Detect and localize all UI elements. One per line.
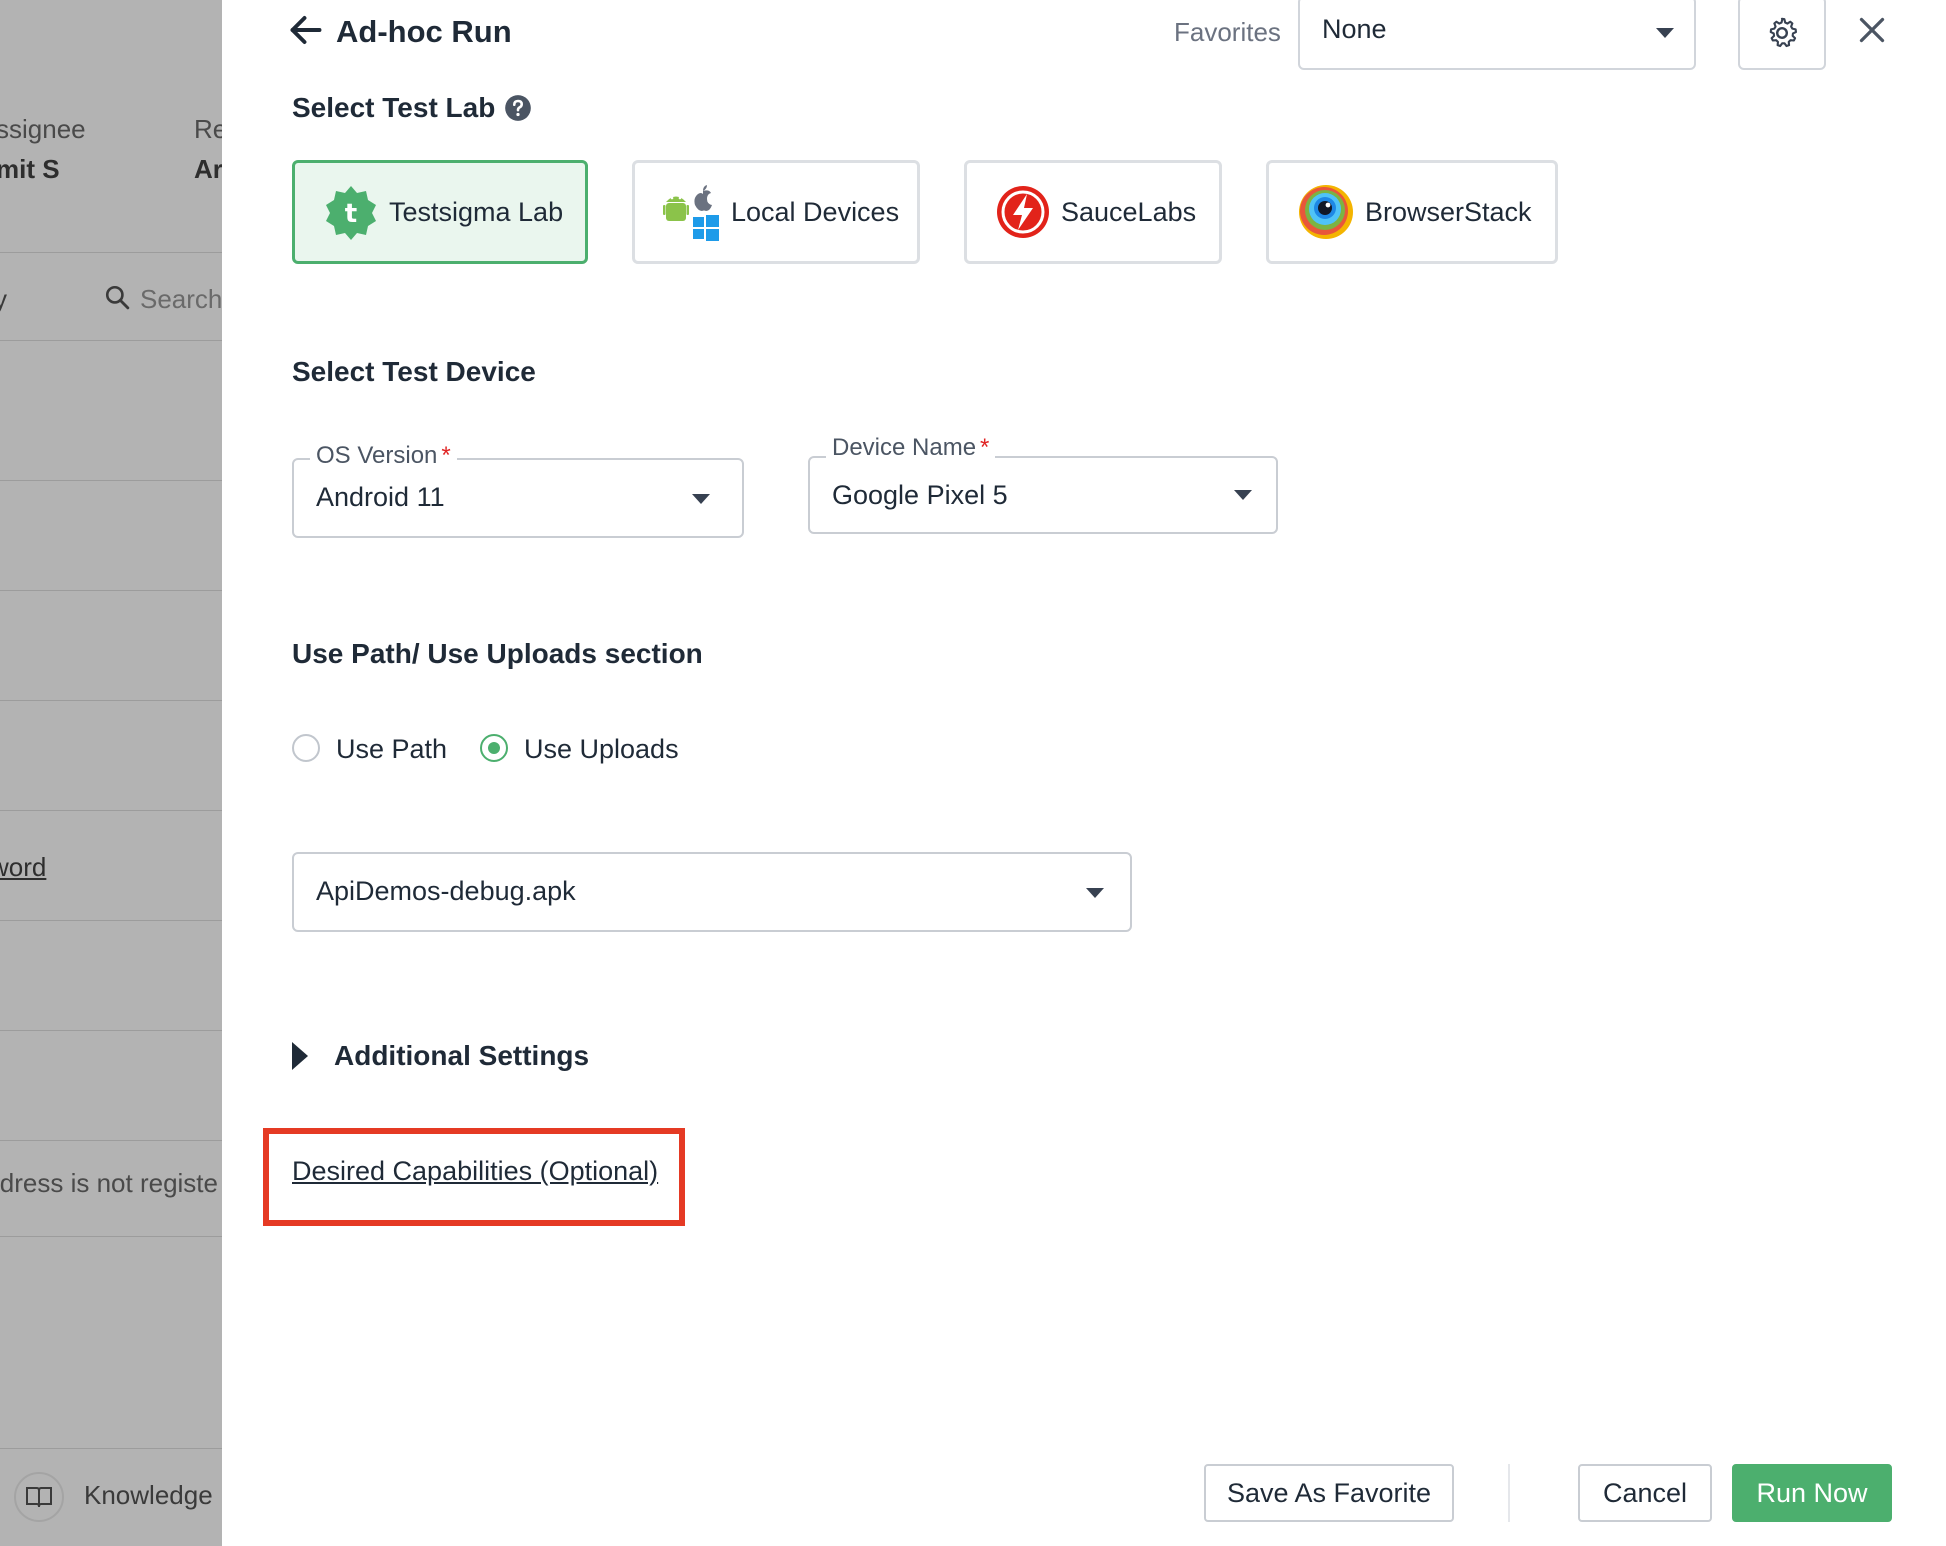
os-version-select[interactable]: OS Version * Android 11: [292, 442, 744, 538]
adhoc-run-drawer: Ad-hoc Run Favorites None Select Test La…: [222, 0, 1946, 1546]
lab-card-label: Testsigma Lab: [389, 196, 564, 227]
background-page: ssignee mit S Re Ar y Search word ldress…: [0, 0, 222, 1546]
lab-card-label: SauceLabs: [1061, 196, 1197, 227]
apple-icon: [694, 185, 712, 211]
search-icon: [105, 285, 130, 310]
bg-assignee-value: mit S: [0, 154, 60, 184]
chevron-down-icon: [1234, 490, 1252, 500]
device-name-label-text: Device Name: [832, 434, 977, 461]
desired-capabilities-link[interactable]: Desired Capabilities (Optional): [292, 1156, 658, 1187]
os-version-label-text: OS Version: [316, 442, 438, 469]
bg-left-text: y: [0, 284, 7, 314]
bg-divider: [0, 1448, 222, 1449]
os-version-value: Android 11: [316, 482, 445, 512]
bg-divider: [0, 480, 222, 481]
caret-right-icon[interactable]: [292, 1042, 308, 1070]
favorites-selected-value: None: [1322, 14, 1387, 44]
bg-divider: [0, 590, 222, 591]
chevron-down-icon: [1656, 28, 1674, 38]
bg-column-header-assignee: ssignee: [0, 114, 86, 144]
use-uploads-label[interactable]: Use Uploads: [524, 734, 679, 765]
bg-re-value: Ar: [194, 154, 222, 184]
windows-icon: [693, 215, 719, 241]
use-path-radio[interactable]: [292, 734, 320, 762]
testsigma-logo-icon: t: [326, 186, 376, 240]
bg-divider: [0, 1030, 222, 1031]
book-icon: [14, 1472, 64, 1522]
lab-card-label: Local Devices: [731, 196, 900, 227]
lab-card-testsigma[interactable]: t Testsigma Lab: [292, 160, 588, 264]
bg-search-placeholder: Search: [140, 284, 222, 314]
chevron-down-icon: [1086, 888, 1104, 898]
bg-divider: [0, 920, 222, 921]
bg-divider: [0, 252, 222, 253]
upload-file-select[interactable]: ApiDemos-debug.apk: [292, 852, 1132, 932]
back-arrow-icon[interactable]: [288, 12, 324, 48]
lab-card-saucelabs[interactable]: SauceLabs: [964, 160, 1222, 264]
device-name-label: Device Name *: [826, 434, 996, 462]
browserstack-logo-icon: [1299, 185, 1353, 239]
bg-divider: [0, 340, 222, 341]
footer-divider: [1508, 1464, 1510, 1522]
bg-knowledge-label: Knowledge: [84, 1480, 213, 1510]
os-version-label: OS Version *: [310, 442, 457, 470]
saucelabs-logo-icon: [997, 186, 1049, 238]
favorites-label: Favorites: [1174, 17, 1281, 47]
favorites-select[interactable]: None: [1298, 0, 1696, 70]
page-title: Ad-hoc Run: [336, 14, 512, 49]
use-path-label[interactable]: Use Path: [336, 734, 447, 765]
settings-button[interactable]: [1738, 0, 1826, 70]
lab-card-browserstack[interactable]: BrowserStack: [1266, 160, 1558, 264]
lab-card-label: BrowserStack: [1365, 196, 1532, 227]
device-name-value: Google Pixel 5: [832, 480, 1008, 510]
required-mark: *: [980, 434, 990, 461]
bg-column-header-re: Re: [194, 114, 222, 144]
use-uploads-radio[interactable]: [480, 734, 508, 762]
use-path-uploads-heading: Use Path/ Use Uploads section: [292, 638, 703, 669]
android-icon: [663, 196, 689, 221]
close-icon[interactable]: [1854, 12, 1890, 48]
run-now-button[interactable]: Run Now: [1732, 1464, 1892, 1522]
bg-divider: [0, 1236, 222, 1237]
bg-divider: [0, 700, 222, 701]
bg-divider: [0, 810, 222, 811]
select-test-device-heading: Select Test Device: [292, 356, 536, 387]
svg-text:t: t: [345, 199, 357, 229]
lab-card-local-devices[interactable]: Local Devices: [632, 160, 920, 264]
select-test-lab-heading: Select Test Lab: [292, 92, 496, 123]
help-icon[interactable]: [504, 94, 532, 122]
additional-settings-toggle[interactable]: Additional Settings: [334, 1040, 589, 1072]
device-name-select[interactable]: Device Name * Google Pixel 5: [808, 434, 1278, 534]
bg-error-fragment: ldress is not registe: [0, 1168, 218, 1198]
gear-icon: [1769, 17, 1797, 48]
bg-link-fragment: word: [0, 852, 47, 882]
upload-file-value: ApiDemos-debug.apk: [316, 876, 576, 906]
chevron-down-icon: [692, 494, 710, 504]
cancel-button[interactable]: Cancel: [1578, 1464, 1712, 1522]
bg-divider: [0, 1140, 222, 1141]
required-mark: *: [441, 442, 451, 469]
save-as-favorite-button[interactable]: Save As Favorite: [1204, 1464, 1454, 1522]
local-devices-icon: [663, 185, 719, 241]
